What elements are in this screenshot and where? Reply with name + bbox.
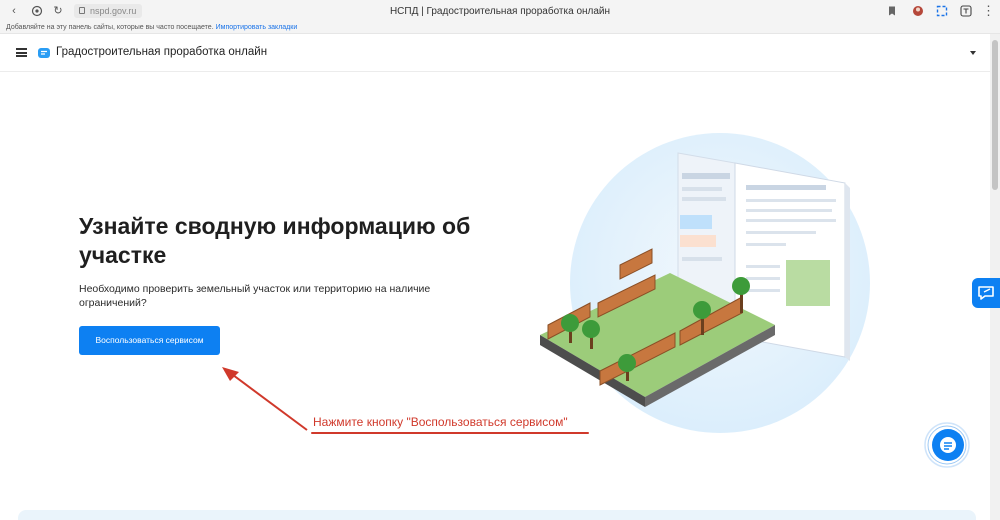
translate-icon[interactable] <box>960 5 972 17</box>
import-bookmarks-link[interactable]: Импортировать закладки <box>216 24 298 31</box>
menu-dots-icon[interactable]: ⋮ <box>982 4 995 17</box>
user-menu-chevron-down-icon[interactable] <box>970 51 976 55</box>
bookmark-icon[interactable] <box>886 5 898 17</box>
tab-title: НСПД | Градостроительная проработка онла… <box>389 6 611 17</box>
hero-title: Узнайте сводную информацию об участке <box>79 213 471 268</box>
feedback-side-tab[interactable] <box>972 278 1000 308</box>
browser-toolbar: ‹ ↻ nspd.gov.ru НСПД | Градостроительная… <box>0 0 1000 22</box>
scrollbar-thumb[interactable] <box>992 40 998 190</box>
next-section-band <box>18 510 976 520</box>
hero-subtitle: Необходимо проверить земельный участок и… <box>79 283 431 309</box>
chat-bubble-icon <box>940 437 956 453</box>
feedback-icon <box>978 286 994 300</box>
chat-button[interactable] <box>932 429 964 461</box>
annotation-arrow-icon <box>222 367 308 431</box>
land-plot-illustration <box>540 133 870 433</box>
nspd-logo-icon <box>38 48 50 58</box>
app-header: Градостроительная проработка онлайн <box>0 34 990 72</box>
use-service-button[interactable]: Воспользоваться сервисом <box>79 326 220 355</box>
page-scrollbar[interactable] <box>990 34 1000 520</box>
annotation-underline <box>311 432 589 434</box>
hamburger-menu-icon[interactable] <box>16 48 27 57</box>
annotation-text: Нажмите кнопку "Воспользоваться сервисом… <box>313 415 568 429</box>
bookmarks-hint: Добавляйте на эту панель сайты, которые … <box>6 24 214 31</box>
app-title: Градостроительная проработка онлайн <box>56 46 268 58</box>
bookmarks-bar: Добавляйте на эту панель сайты, которые … <box>0 22 1000 34</box>
extension-icon[interactable] <box>912 5 924 17</box>
screenshot-icon[interactable] <box>936 5 948 17</box>
